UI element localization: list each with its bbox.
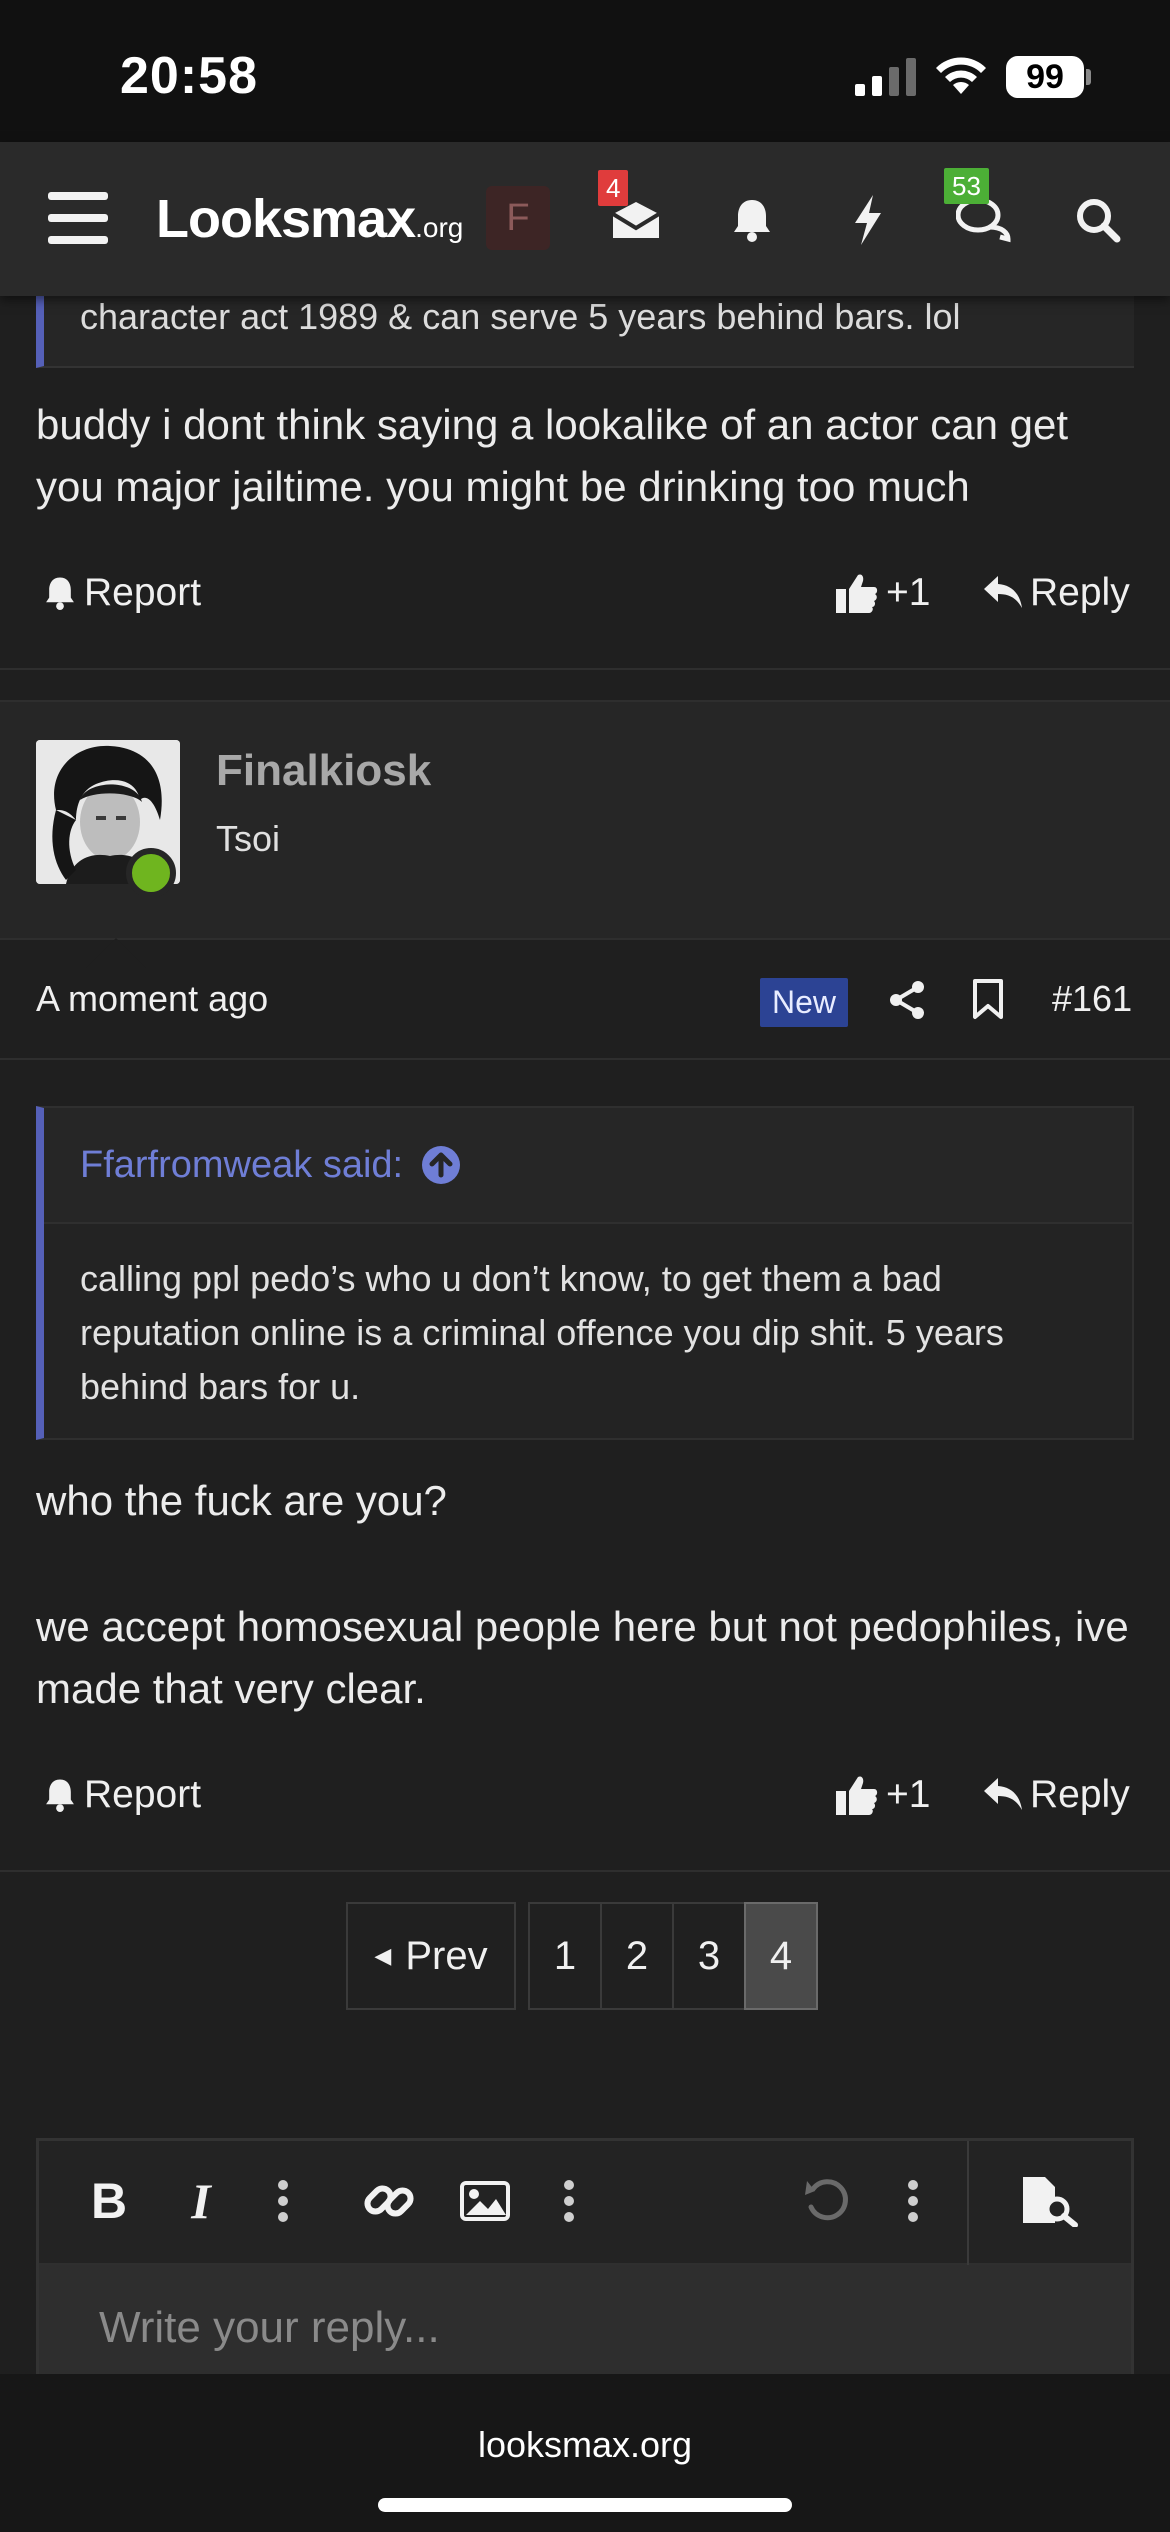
top-navbar: Looksmax.org F 4 53 xyxy=(0,142,1170,296)
home-indicator[interactable] xyxy=(378,2498,792,2512)
quote-block: Ffarfromweak said: calling ppl pedo’s wh… xyxy=(36,1106,1134,1440)
quote-text: calling ppl pedo’s who u don’t know, to … xyxy=(44,1224,1132,1438)
post-actions: Report +1 Reply xyxy=(0,558,1170,628)
post-body: buddy i dont think saying a lookalike of… xyxy=(36,401,1068,510)
editor-toolbar: B I xyxy=(39,2141,1131,2265)
post-actions: Report +1 Reply xyxy=(0,1760,1170,1830)
italic-icon[interactable]: I xyxy=(171,2171,231,2231)
reply-editor: B I Write your reply... xyxy=(36,2138,1134,2398)
post-meta: A moment ago New #161 xyxy=(0,940,1170,1060)
user-title: Tsoi xyxy=(216,818,281,859)
like-count: +1 xyxy=(886,1773,931,1816)
lightning-icon[interactable] xyxy=(838,190,898,250)
thumbs-up-icon xyxy=(836,1776,878,1815)
report-label: Report xyxy=(84,571,202,614)
prev-page-button[interactable]: ◀ Prev xyxy=(346,1902,516,2010)
bold-icon[interactable]: B xyxy=(79,2171,139,2231)
online-status-dot xyxy=(126,848,176,898)
preview-icon[interactable] xyxy=(1019,2171,1079,2231)
chats-icon[interactable]: 53 xyxy=(944,168,1014,250)
bookmark-icon[interactable] xyxy=(972,978,1004,1020)
report-label: Report xyxy=(84,1773,202,1816)
like-button[interactable]: +1 xyxy=(836,558,930,628)
image-icon[interactable] xyxy=(455,2171,515,2231)
account-avatar[interactable]: F xyxy=(486,186,550,250)
status-time: 20:58 xyxy=(120,47,258,105)
search-icon[interactable] xyxy=(1068,190,1128,250)
site-logo[interactable]: Looksmax.org xyxy=(156,188,463,250)
bell-icon xyxy=(46,577,74,610)
logo-main: Looksmax xyxy=(156,189,416,249)
divider xyxy=(0,668,1170,670)
more-options-icon[interactable] xyxy=(883,2171,943,2231)
post-user-header: Finalkiosk Tsoi xyxy=(0,700,1170,968)
link-icon[interactable] xyxy=(359,2171,419,2231)
post-body-line-2: we accept homosexual people here but not… xyxy=(36,1603,1129,1712)
reply-label: Reply xyxy=(1030,571,1130,614)
caret-left-icon: ◀ xyxy=(374,1943,392,1968)
like-button[interactable]: +1 xyxy=(836,1760,930,1830)
prev-label: Prev xyxy=(405,1933,488,1978)
pagination: ◀ Prev 1 2 3 4 xyxy=(346,1902,818,2010)
post-time[interactable]: A moment ago xyxy=(36,978,268,1020)
like-count: +1 xyxy=(886,571,931,614)
page-link-2[interactable]: 2 xyxy=(600,1902,674,2010)
browser-bottom-bar: looksmax.org xyxy=(0,2374,1170,2532)
username[interactable]: Finalkiosk xyxy=(216,746,431,796)
wifi-icon xyxy=(936,57,986,94)
battery-icon: 99 xyxy=(1006,56,1091,98)
quote-tail-text: character act 1989 & can serve 5 years b… xyxy=(80,296,961,337)
new-badge: New xyxy=(760,978,849,1027)
undo-icon[interactable] xyxy=(797,2171,857,2231)
inbox-badge: 4 xyxy=(598,170,629,206)
thumbs-up-icon xyxy=(836,574,878,613)
reply-button[interactable]: Reply xyxy=(984,558,1130,628)
status-bar: 20:58 99 xyxy=(0,0,1170,142)
reply-icon xyxy=(984,576,1022,608)
bell-icon xyxy=(46,1779,74,1812)
menu-icon[interactable] xyxy=(48,192,108,244)
report-button[interactable]: Report xyxy=(44,1760,201,1830)
quote-author: Ffarfromweak said: xyxy=(80,1143,404,1186)
arrow-up-circle-icon[interactable] xyxy=(421,1145,461,1185)
reply-label: Reply xyxy=(1030,1773,1130,1816)
reply-button[interactable]: Reply xyxy=(984,1760,1130,1830)
post-number[interactable]: #161 xyxy=(1052,978,1132,1020)
quote-tail: character act 1989 & can serve 5 years b… xyxy=(36,296,1134,368)
report-button[interactable]: Report xyxy=(44,558,201,628)
signal-icon xyxy=(855,58,916,96)
share-icon[interactable] xyxy=(888,980,926,1020)
divider xyxy=(0,1870,1170,1872)
chats-badge: 53 xyxy=(944,168,989,204)
page-link-3[interactable]: 3 xyxy=(672,1902,746,2010)
page-link-1[interactable]: 1 xyxy=(528,1902,602,2010)
quote-attribution[interactable]: Ffarfromweak said: xyxy=(44,1108,1132,1224)
reply-icon xyxy=(984,1778,1022,1810)
more-text-options-icon[interactable] xyxy=(253,2171,313,2231)
battery-level: 99 xyxy=(1006,56,1084,98)
bell-icon[interactable] xyxy=(722,190,782,250)
post-body-line-1: who the fuck are you? xyxy=(36,1477,447,1524)
logo-suffix: .org xyxy=(415,212,464,243)
page-link-4-current[interactable]: 4 xyxy=(744,1902,818,2010)
more-insert-options-icon[interactable] xyxy=(539,2171,599,2231)
inbox-icon[interactable]: 4 xyxy=(598,170,666,250)
toolbar-separator xyxy=(967,2141,969,2265)
url-domain[interactable]: looksmax.org xyxy=(0,2424,1170,2466)
